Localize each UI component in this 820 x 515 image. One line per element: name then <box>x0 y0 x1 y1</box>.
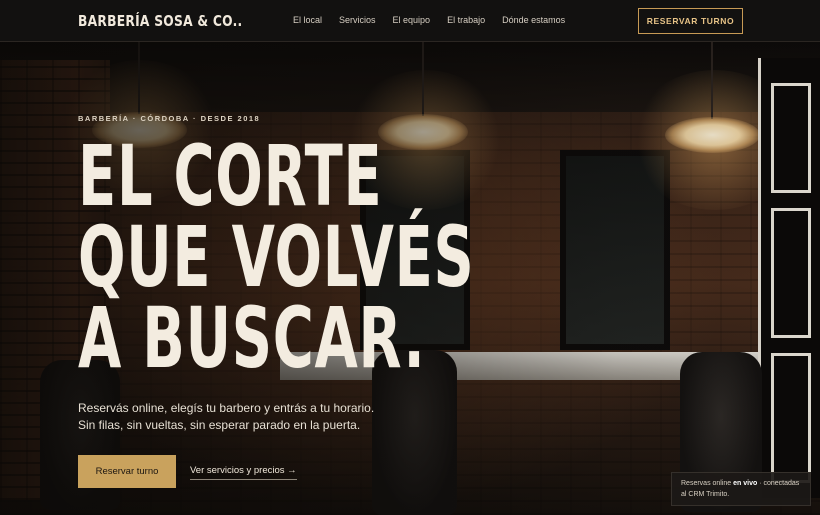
main-nav: El local Servicios El equipo El trabajo … <box>293 15 582 25</box>
reserve-turn-header-button[interactable]: RESERVAR TURNO <box>638 8 743 34</box>
nav-item-el-trabajo[interactable]: El trabajo <box>447 15 485 25</box>
headline-line: QUE VOLVÉS <box>78 208 475 306</box>
badge-highlight: en vivo <box>733 480 758 487</box>
badge-text: Reservas online <box>681 480 734 487</box>
hero-subtitle: Reservás online, elegís tu barbero y ent… <box>78 400 374 434</box>
nav-item-el-local[interactable]: El local <box>293 15 322 25</box>
site-logo[interactable]: BARBERÍA SOSA & CO.. <box>78 12 242 30</box>
headline-line: A BUSCAR. <box>78 289 426 387</box>
nav-item-el-equipo[interactable]: El equipo <box>393 15 431 25</box>
site-header: BARBERÍA SOSA & CO.. El local Servicios … <box>0 0 820 42</box>
hero-subtitle-line: Reservás online, elegís tu barbero y ent… <box>78 401 375 415</box>
nav-item-donde-estamos[interactable]: Dónde estamos <box>502 15 565 25</box>
services-prices-link[interactable]: Ver servicios y precios → <box>190 465 297 480</box>
hero-subtitle-line: Sin filas, sin vueltas, sin esperar para… <box>78 418 361 432</box>
headline-line: EL CORTE <box>78 127 383 225</box>
hero-headline: EL CORTE QUE VOLVÉS A BUSCAR. <box>78 127 475 387</box>
hero-eyebrow: BARBERÍA · CÓRDOBA · DESDE 2018 <box>78 114 261 123</box>
nav-item-servicios[interactable]: Servicios <box>339 15 376 25</box>
badge-text: al CRM Trimito. <box>681 491 730 498</box>
reserve-turn-button[interactable]: Reservar turno <box>78 455 176 488</box>
live-booking-badge: Reservas online en vivo · conectadas al … <box>671 472 811 506</box>
badge-text: · conectadas <box>757 480 800 487</box>
